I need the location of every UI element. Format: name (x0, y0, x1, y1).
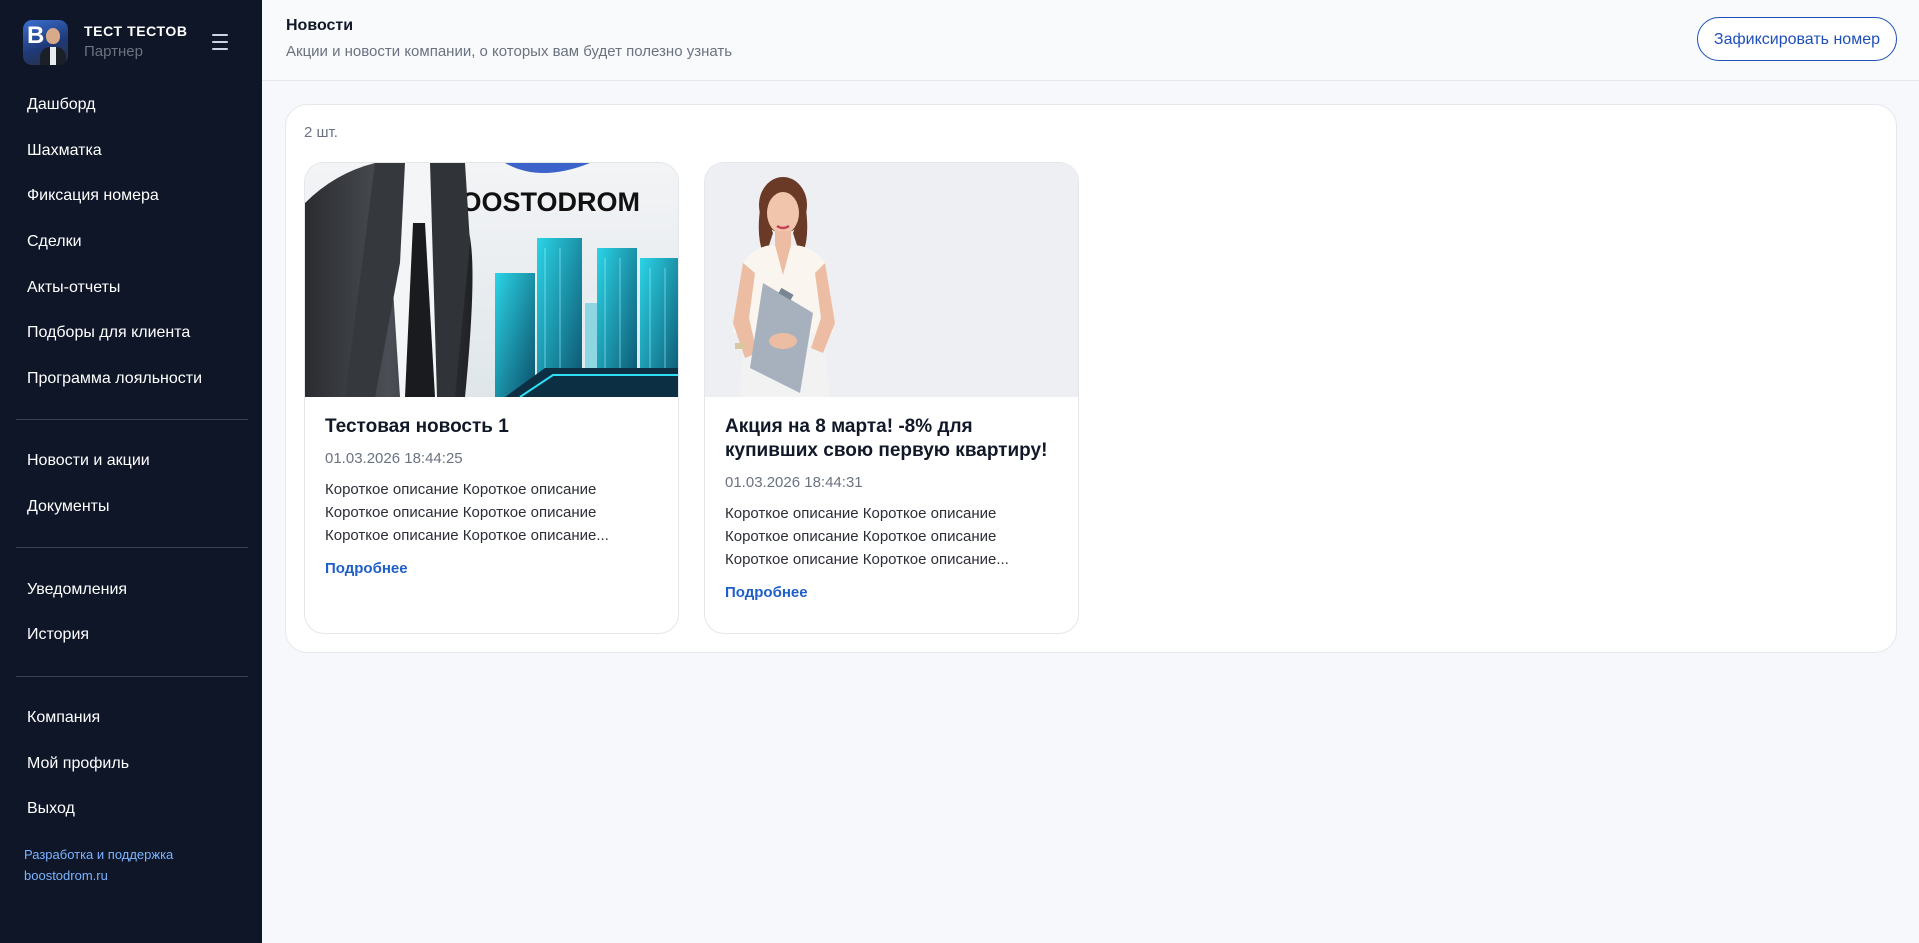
news-card[interactable]: BOOSTODROM Тестовая новость 1 01.03.2026… (304, 162, 679, 634)
news-card-description: Короткое описание Короткое описание Коро… (325, 481, 609, 544)
user-name: ТЕСТ ТЕСТОВ (84, 23, 188, 39)
avatar: B (23, 19, 68, 65)
sidebar-item-documents[interactable]: Документы (27, 497, 109, 517)
news-card-image: BOOSTODROM (305, 163, 678, 397)
news-card-title[interactable]: Тестовая новость 1 (325, 415, 660, 439)
sidebar-item-number-fixation[interactable]: Фиксация номера (27, 186, 159, 206)
sidebar-item-notifications[interactable]: Уведомления (27, 580, 127, 600)
news-card-title[interactable]: Акция на 8 марта! -8% для купивших свою … (725, 415, 1060, 463)
developer-credit-link[interactable]: boostodrom.ru (24, 865, 173, 886)
read-more-link[interactable]: Подробнее (725, 584, 808, 601)
news-count: 2 шт. (304, 124, 338, 141)
sidebar-item-news[interactable]: Новости и акции (27, 451, 150, 471)
news-card-date: 01.03.2026 18:44:25 (325, 450, 463, 467)
news-panel: 2 шт. BOOSTODROM Тестовая новость 1 01.0… (285, 104, 1897, 653)
news-card[interactable]: Акция на 8 марта! -8% для купивших свою … (704, 162, 1079, 634)
avatar-logo-letter: B (27, 21, 45, 49)
svg-text:BOOSTODROM: BOOSTODROM (441, 187, 640, 217)
sidebar-item-my-profile[interactable]: Мой профиль (27, 754, 129, 774)
fix-number-button[interactable]: Зафиксировать номер (1696, 17, 1897, 61)
sidebar-item-reports[interactable]: Акты-отчеты (27, 278, 120, 298)
sidebar-divider (16, 547, 248, 548)
sidebar-item-dashboard[interactable]: Дашборд (27, 95, 96, 115)
sidebar-divider (16, 676, 248, 677)
news-card-description: Короткое описание Короткое описание Коро… (725, 505, 1009, 568)
developer-credit-text[interactable]: Разработка и поддержка (24, 844, 173, 865)
developer-credit: Разработка и поддержка boostodrom.ru (24, 844, 173, 886)
sidebar-divider (16, 419, 248, 420)
sidebar-item-logout[interactable]: Выход (27, 799, 75, 819)
page-subtitle: Акции и новости компании, о которых вам … (286, 43, 733, 60)
sidebar-item-deals[interactable]: Сделки (27, 232, 82, 252)
sidebar-item-company[interactable]: Компания (27, 708, 100, 728)
page-header: Новости Акции и новости компании, о кото… (262, 0, 1919, 81)
user-role: Партнер (84, 43, 143, 60)
sidebar-item-client-selections[interactable]: Подборы для клиента (27, 323, 190, 343)
news-card-image (705, 163, 1078, 397)
sidebar: B ТЕСТ ТЕСТОВ Партнер Дашборд Шахматка Ф… (0, 0, 262, 943)
user-profile[interactable]: B ТЕСТ ТЕСТОВ Партнер (23, 19, 243, 65)
sidebar-item-history[interactable]: История (27, 625, 89, 645)
sidebar-item-chessboard[interactable]: Шахматка (27, 141, 102, 161)
news-card-date: 01.03.2026 18:44:31 (725, 474, 863, 491)
page-title: Новости (286, 17, 354, 34)
read-more-link[interactable]: Подробнее (325, 560, 408, 577)
sidebar-item-loyalty-program[interactable]: Программа лояльности (27, 369, 202, 389)
hamburger-menu-icon[interactable] (212, 34, 232, 50)
